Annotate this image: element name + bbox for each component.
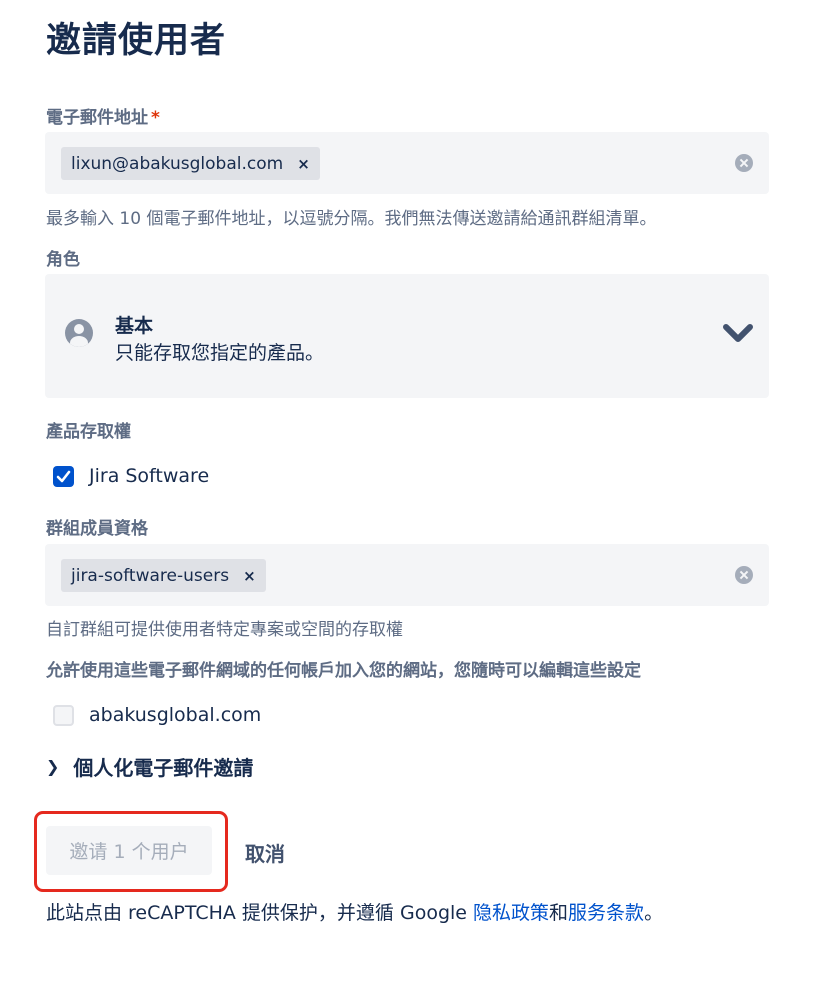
groups-helper-text: 自訂群組可提供使用者特定專案或空間的存取權 [46,620,403,640]
page-title: 邀請使用者 [46,21,227,61]
role-selected-title: 基本 [115,315,154,337]
and-text: 和 [549,902,569,924]
email-chip: lixun@abakusglobal.com × [61,147,320,180]
domain-checkbox[interactable] [53,705,74,726]
role-label: 角色 [46,250,80,270]
email-field[interactable]: lixun@abakusglobal.com × [45,132,769,194]
email-chip-label: lixun@abakusglobal.com [71,153,284,174]
personalize-email-expander[interactable]: ❯ 個人化電子郵件邀請 [46,752,253,781]
annotation-highlight-box [34,811,228,892]
clear-field-icon[interactable] [735,154,753,172]
remove-chip-icon[interactable]: × [297,155,310,173]
product-jira-software-label[interactable]: Jira Software [89,465,209,487]
recaptcha-text: 此站点由 reCAPTCHA 提供保护，并遵循 Google [46,902,474,924]
domain-abakusglobal-label[interactable]: abakusglobal.com [89,704,261,726]
chevron-right-icon: ❯ [46,757,60,776]
product-access-label: 產品存取權 [46,422,131,442]
groups-label: 群組成員資格 [46,519,148,539]
recaptcha-notice: 此站点由 reCAPTCHA 提供保护，并遵循 Google 隐私政策和服务条款… [46,898,663,925]
terms-of-service-link[interactable]: 服务条款 [568,902,644,924]
required-mark: * [151,108,160,128]
email-helper-text: 最多輸入 10 個電子郵件地址，以逗號分隔。我們無法傳送邀請給通訊群組清單。 [46,209,657,229]
role-select[interactable]: 基本 只能存取您指定的產品。 [45,274,769,398]
clear-field-icon[interactable] [735,566,753,584]
privacy-policy-link[interactable]: 隐私政策 [473,902,549,924]
group-chip-label: jira-software-users [71,565,230,586]
email-label: 電子郵件地址 * [46,103,160,128]
role-selected-description: 只能存取您指定的產品。 [115,342,325,364]
user-avatar-icon [65,319,93,347]
email-label-text: 電子郵件地址 [46,108,148,128]
cancel-button[interactable]: 取消 [245,838,285,867]
personalize-label: 個人化電子郵件邀請 [73,756,254,780]
period-text: 。 [644,902,664,924]
chevron-down-icon[interactable] [721,318,755,348]
groups-field[interactable]: jira-software-users × [45,544,769,606]
group-chip: jira-software-users × [61,559,266,592]
domain-access-label: 允許使用這些電子郵件網域的任何帳戶加入您的網站，您隨時可以編輯這些設定 [46,661,641,681]
remove-chip-icon[interactable]: × [243,567,256,585]
checkbox-checked-icon[interactable] [53,466,74,487]
